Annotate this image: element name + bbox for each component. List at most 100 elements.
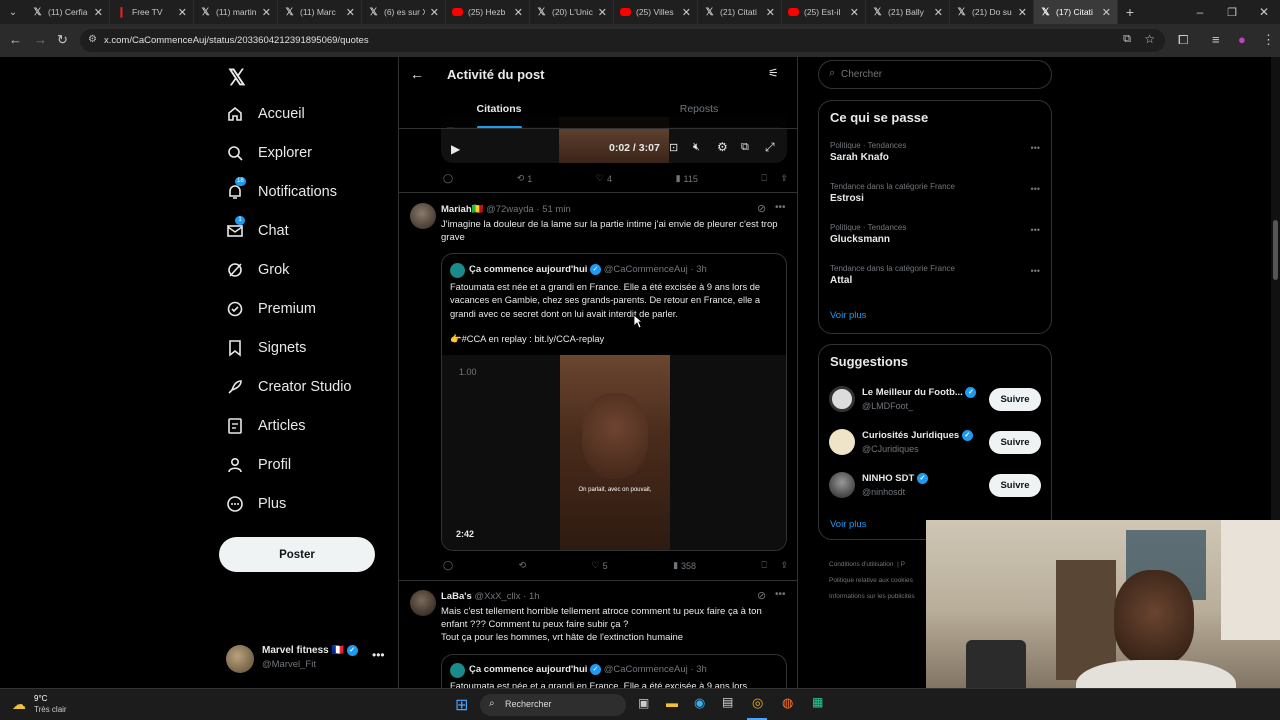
back-icon[interactable]: ← bbox=[9, 32, 22, 48]
reload-icon[interactable]: ↻ bbox=[57, 32, 68, 48]
reply-button[interactable]: ◯ bbox=[443, 560, 453, 571]
more-icon[interactable]: ••• bbox=[775, 589, 786, 600]
post-time[interactable]: 51 min bbox=[542, 204, 571, 215]
address-bar[interactable]: ⚙ x.com/CaCommenceAuj/status/20336042123… bbox=[80, 29, 1165, 52]
more-icon[interactable]: ••• bbox=[1031, 225, 1040, 235]
close-tab-icon[interactable]: ✕ bbox=[934, 6, 943, 19]
more-icon[interactable]: ••• bbox=[372, 648, 385, 662]
close-tab-icon[interactable]: ✕ bbox=[1018, 6, 1027, 19]
views-button[interactable]: ▮ 115 bbox=[676, 173, 698, 184]
video-player[interactable]: 1.00 On parlait, avec on pouvait, 2:42 bbox=[442, 355, 786, 550]
scrollbar-thumb[interactable] bbox=[1273, 220, 1278, 280]
firefox-icon[interactable]: ◍ bbox=[782, 695, 793, 711]
browser-tab[interactable]: (25) Est-il ✕ bbox=[782, 0, 866, 24]
tab-reposts[interactable]: Reposts bbox=[599, 95, 797, 129]
nav-item-chat[interactable]: 1 Chat bbox=[226, 216, 289, 240]
task-view-icon[interactable]: ▣ bbox=[638, 696, 649, 710]
playback-speed[interactable]: 1.00 bbox=[459, 367, 477, 377]
close-tab-icon[interactable]: ✕ bbox=[262, 6, 271, 19]
nav-item-premium[interactable]: Premium bbox=[226, 300, 316, 318]
x-logo-icon[interactable]: 𝕏 bbox=[228, 65, 246, 91]
maximize-icon[interactable]: ❐ bbox=[1216, 6, 1248, 19]
quote-link[interactable]: 👉#CCA en replay : bit.ly/CCA-replay bbox=[450, 334, 604, 345]
store-icon[interactable]: ▤ bbox=[722, 695, 733, 709]
suggestion-name[interactable]: Curiosités Juridiques ✓ bbox=[862, 430, 973, 441]
avatar[interactable] bbox=[829, 472, 855, 498]
nav-item-accueil[interactable]: Accueil bbox=[226, 105, 305, 123]
browser-tab-active[interactable]: 𝕏 (17) Citati ✕ bbox=[1034, 0, 1118, 24]
nav-item-grok[interactable]: Grok bbox=[226, 261, 289, 279]
nav-item-plus[interactable]: Plus bbox=[226, 495, 286, 513]
like-button[interactable]: ♡ 4 bbox=[596, 173, 612, 184]
footer-link[interactable]: Informations sur les publicités bbox=[829, 593, 915, 600]
avatar[interactable] bbox=[829, 429, 855, 455]
grok-icon[interactable]: ⊘ bbox=[757, 202, 766, 215]
follow-button[interactable]: Suivre bbox=[989, 474, 1041, 497]
follow-button[interactable]: Suivre bbox=[989, 431, 1041, 454]
back-arrow-icon[interactable]: ← bbox=[410, 66, 424, 82]
close-tab-icon[interactable]: ✕ bbox=[178, 6, 187, 19]
nav-item-creator-studio[interactable]: Creator Studio bbox=[226, 378, 352, 396]
browser-tab[interactable]: ❙ Free TV ✕ bbox=[110, 0, 194, 24]
captions-icon[interactable]: ⊡ bbox=[669, 141, 678, 154]
chrome-icon[interactable]: ◎ bbox=[752, 695, 763, 711]
browser-tab[interactable]: 𝕏 (20) L'Unic ✕ bbox=[530, 0, 614, 24]
close-tab-icon[interactable]: ✕ bbox=[766, 6, 775, 19]
bookmark-star-icon[interactable]: ☆ bbox=[1144, 32, 1155, 46]
windows-start-icon[interactable]: ⊞ bbox=[455, 695, 468, 715]
taskbar-search[interactable]: ⌕ Rechercher bbox=[480, 694, 626, 716]
more-icon[interactable]: ••• bbox=[1031, 143, 1040, 153]
repost-button[interactable]: ⟲ 1 bbox=[517, 173, 533, 184]
close-tab-icon[interactable]: ✕ bbox=[682, 6, 691, 19]
weather-icon[interactable]: ☁ bbox=[12, 696, 26, 713]
post-time[interactable]: 1h bbox=[529, 591, 540, 602]
quoted-post[interactable]: Ça commence aujourd'hui ✓ @CaCommenceAuj… bbox=[441, 253, 787, 551]
nav-item-signets[interactable]: Signets bbox=[226, 339, 306, 357]
author-name[interactable]: Mariah🇲🇱 bbox=[441, 204, 483, 215]
site-info-icon[interactable]: ⚙ bbox=[88, 34, 97, 45]
nav-item-articles[interactable]: Articles bbox=[226, 417, 306, 435]
footer-link[interactable]: Politique relative aux cookies bbox=[829, 577, 913, 584]
mute-icon[interactable]: 🔇︎ bbox=[693, 141, 700, 154]
app-icon[interactable]: ▦ bbox=[812, 695, 823, 709]
trends-more-link[interactable]: Voir plus bbox=[830, 310, 866, 321]
suggestions-more-link[interactable]: Voir plus bbox=[830, 519, 866, 530]
close-tab-icon[interactable]: ✕ bbox=[514, 6, 523, 19]
close-tab-icon[interactable]: ✕ bbox=[1102, 6, 1111, 19]
nav-item-notifications[interactable]: 18 Notifications bbox=[226, 177, 337, 201]
browser-tab[interactable]: 𝕏 (21) Do su ✕ bbox=[950, 0, 1034, 24]
profile-avatar-icon[interactable]: ● bbox=[1238, 32, 1246, 48]
reply-button[interactable]: ◯ bbox=[443, 173, 453, 184]
install-app-icon[interactable]: ⧉ bbox=[1123, 33, 1131, 46]
follow-button[interactable]: Suivre bbox=[989, 388, 1041, 411]
fullscreen-icon[interactable]: ⤢ bbox=[765, 140, 775, 155]
browser-tab[interactable]: 𝕏 (21) Citati ✕ bbox=[698, 0, 782, 24]
author-handle[interactable]: @72wayda bbox=[486, 204, 534, 215]
close-tab-icon[interactable]: ✕ bbox=[346, 6, 355, 19]
repost-button[interactable]: ⟲ bbox=[519, 560, 527, 571]
browser-tab[interactable]: 𝕏 (11) martin ✕ bbox=[194, 0, 278, 24]
settings-icon[interactable]: ⚙ bbox=[717, 140, 728, 154]
minimize-icon[interactable]: – bbox=[1184, 5, 1216, 19]
more-icon[interactable]: ••• bbox=[1031, 266, 1040, 276]
suggestion-name[interactable]: Le Meilleur du Footb... ✓ bbox=[862, 387, 977, 398]
share-icon[interactable]: ⇪ bbox=[780, 173, 788, 184]
share-icon[interactable]: ⇪ bbox=[780, 560, 788, 571]
window-close-icon[interactable]: ✕ bbox=[1248, 5, 1280, 19]
account-switcher[interactable]: Marvel fitness 🇫🇷 ✓ @Marvel_Fit ••• bbox=[226, 643, 401, 675]
author-handle[interactable]: @XxX_cllx bbox=[474, 591, 520, 602]
browser-tab[interactable]: 𝕏 (6) es sur X ✕ bbox=[362, 0, 446, 24]
trend-item[interactable]: Tendance dans la catégorie France Estrosi… bbox=[830, 182, 1040, 204]
pip-icon[interactable]: ⧉ bbox=[741, 141, 749, 154]
close-tab-icon[interactable]: ✕ bbox=[598, 6, 607, 19]
views-button[interactable]: ▮ 358 bbox=[673, 560, 696, 571]
browser-menu-icon[interactable]: ⋮ bbox=[1262, 32, 1275, 48]
footer-link[interactable]: Conditions d'utilisation bbox=[829, 561, 893, 568]
avatar[interactable] bbox=[829, 386, 855, 412]
file-explorer-icon[interactable]: ▬ bbox=[666, 696, 678, 710]
edge-icon[interactable]: ◉ bbox=[694, 695, 705, 711]
extensions-icon[interactable]: ⧠ bbox=[1178, 32, 1188, 48]
tab-list-chevron-icon[interactable]: ⌄ bbox=[0, 7, 26, 18]
more-icon[interactable]: ••• bbox=[1031, 184, 1040, 194]
author-name[interactable]: LaBa's bbox=[441, 591, 472, 602]
